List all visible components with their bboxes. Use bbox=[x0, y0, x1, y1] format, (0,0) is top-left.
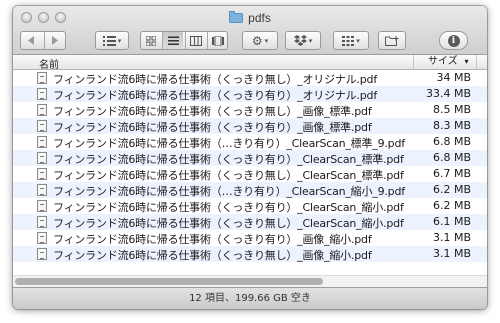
file-row[interactable]: フィンランド流6時に帰る仕事術（くっきり有り）_ClearScan_標準.pdf… bbox=[13, 150, 487, 166]
gear-icon: ⚙ bbox=[251, 33, 263, 48]
back-forward-control bbox=[20, 31, 66, 50]
view-mode-control bbox=[140, 31, 228, 50]
file-row[interactable]: フィンランド流6時に帰る仕事術（くっきり無し）_ClearScan_標準.pdf… bbox=[13, 166, 487, 182]
list-header: 名前 サイズ ▾ bbox=[13, 55, 487, 71]
pdf-file-icon bbox=[37, 120, 47, 132]
file-row[interactable]: フィンランド流6時に帰る仕事術（…きり有り）_ClearScan_標準_9.pd… bbox=[13, 134, 487, 150]
folder-icon bbox=[229, 11, 244, 23]
titlebar: pdfs ▾ ⚙ ▾ ▾ ▾ i bbox=[13, 6, 487, 55]
sort-descending-icon: ▾ bbox=[464, 57, 469, 66]
chevron-down-icon: ▾ bbox=[117, 36, 122, 45]
file-row[interactable]: フィンランド流6時に帰る仕事術（くっきり有り）_画像_縮小.pdf 3.1 MB bbox=[13, 230, 487, 246]
new-folder-icon bbox=[385, 35, 399, 46]
status-bar: 12 項目、199.66 GB 空き bbox=[13, 287, 487, 309]
finder-window: pdfs ▾ ⚙ ▾ ▾ ▾ i 名前 サイズ ▾ フィンランド流6時に帰る仕事… bbox=[13, 6, 487, 309]
file-row[interactable]: フィンランド流6時に帰る仕事術（くっきり無し）_オリジナル.pdf 34 MB bbox=[13, 70, 487, 86]
column-divider bbox=[476, 55, 477, 69]
pdf-file-icon bbox=[37, 104, 47, 116]
file-name: フィンランド流6時に帰る仕事術（くっきり有り）_画像_縮小.pdf bbox=[53, 233, 372, 246]
window-title: pdfs bbox=[13, 10, 487, 25]
back-button[interactable] bbox=[21, 32, 42, 49]
column-header-size-label: サイズ bbox=[428, 56, 458, 67]
file-name: フィンランド流6時に帰る仕事術（…きり有り）_ClearScan_縮小_9.pd… bbox=[53, 185, 405, 198]
window-title-text: pdfs bbox=[248, 10, 271, 25]
file-row[interactable]: フィンランド流6時に帰る仕事術（くっきり無し）_ClearScan_縮小.pdf… bbox=[13, 214, 487, 230]
file-size: 3.1 MB bbox=[432, 231, 471, 244]
file-size: 33.4 MB bbox=[425, 87, 471, 100]
pdf-file-icon bbox=[37, 152, 47, 164]
file-row[interactable]: フィンランド流6時に帰る仕事術（くっきり有り）_ClearScan_縮小.pdf… bbox=[13, 198, 487, 214]
quicklook-icon bbox=[342, 35, 355, 46]
coverflow-view-icon bbox=[211, 35, 224, 46]
file-name: フィンランド流6時に帰る仕事術（くっきり有り）_ClearScan_縮小.pdf bbox=[53, 201, 404, 214]
coverflow-view-button[interactable] bbox=[207, 32, 227, 49]
chevron-down-icon: ▾ bbox=[356, 36, 360, 45]
pdf-file-icon bbox=[37, 248, 47, 260]
quicklook-button[interactable]: ▾ bbox=[333, 31, 369, 50]
file-name: フィンランド流6時に帰る仕事術（くっきり無し）_オリジナル.pdf bbox=[53, 73, 378, 86]
file-size: 6.7 MB bbox=[432, 167, 471, 180]
file-size: 6.2 MB bbox=[432, 183, 471, 196]
file-size: 6.8 MB bbox=[432, 151, 471, 164]
info-icon: i bbox=[447, 34, 460, 47]
file-row[interactable]: フィンランド流6時に帰る仕事術（くっきり無し）_画像_縮小.pdf 3.1 MB bbox=[13, 246, 487, 262]
file-row[interactable]: フィンランド流6時に帰る仕事術（くっきり有り）_オリジナル.pdf 33.4 MB bbox=[13, 86, 487, 102]
chevron-down-icon: ▾ bbox=[264, 36, 269, 45]
pdf-file-icon bbox=[37, 88, 47, 100]
file-name: フィンランド流6時に帰る仕事術（くっきり無し）_画像_縮小.pdf bbox=[53, 249, 372, 262]
pdf-file-icon bbox=[37, 200, 47, 212]
scrollbar-thumb[interactable] bbox=[15, 278, 323, 285]
dropbox-icon bbox=[293, 35, 307, 46]
arrange-button[interactable]: ▾ bbox=[95, 31, 129, 50]
pdf-file-icon bbox=[37, 136, 47, 148]
forward-button[interactable] bbox=[43, 32, 65, 49]
horizontal-scrollbar[interactable] bbox=[13, 275, 487, 287]
file-size: 6.2 MB bbox=[432, 199, 471, 212]
icon-view-button[interactable] bbox=[141, 32, 160, 49]
file-name: フィンランド流6時に帰る仕事術（くっきり有り）_オリジナル.pdf bbox=[53, 89, 378, 102]
action-button[interactable]: ⚙ ▾ bbox=[242, 31, 278, 50]
new-folder-button[interactable] bbox=[378, 31, 406, 50]
pdf-file-icon bbox=[37, 232, 47, 244]
file-list: フィンランド流6時に帰る仕事術（くっきり無し）_オリジナル.pdf 34 MB フィ… bbox=[13, 70, 487, 278]
file-name: フィンランド流6時に帰る仕事術（くっきり有り）_画像_標準.pdf bbox=[53, 121, 372, 134]
file-name: フィンランド流6時に帰る仕事術（くっきり無し）_ClearScan_標準.pdf bbox=[53, 169, 404, 182]
file-size: 6.8 MB bbox=[432, 135, 471, 148]
file-size: 3.1 MB bbox=[432, 247, 471, 260]
pdf-file-icon bbox=[37, 216, 47, 228]
file-name: フィンランド流6時に帰る仕事術（…きり有り）_ClearScan_標準_9.pd… bbox=[53, 137, 405, 150]
pdf-file-icon bbox=[37, 168, 47, 180]
back-arrow-icon bbox=[28, 36, 35, 45]
list-arrange-icon bbox=[102, 35, 116, 46]
file-row[interactable]: フィンランド流6時に帰る仕事術（くっきり無し）_画像_標準.pdf 8.5 MB bbox=[13, 102, 487, 118]
file-size: 6.1 MB bbox=[432, 215, 471, 228]
column-header-name[interactable]: 名前 bbox=[39, 56, 59, 71]
file-name: フィンランド流6時に帰る仕事術（くっきり有り）_ClearScan_標準.pdf bbox=[53, 153, 404, 166]
file-row[interactable]: フィンランド流6時に帰る仕事術（…きり有り）_ClearScan_縮小_9.pd… bbox=[13, 182, 487, 198]
file-size: 8.3 MB bbox=[432, 119, 471, 132]
file-size: 8.5 MB bbox=[432, 103, 471, 116]
info-button[interactable]: i bbox=[439, 31, 468, 50]
chevron-down-icon: ▾ bbox=[308, 36, 313, 45]
file-name: フィンランド流6時に帰る仕事術（くっきり無し）_ClearScan_縮小.pdf bbox=[53, 217, 404, 230]
file-row[interactable]: フィンランド流6時に帰る仕事術（くっきり有り）_画像_標準.pdf 8.3 MB bbox=[13, 118, 487, 134]
column-header-size[interactable]: サイズ ▾ bbox=[413, 55, 473, 69]
forward-arrow-icon bbox=[51, 36, 58, 45]
icon-view-icon bbox=[145, 35, 156, 46]
column-view-icon bbox=[189, 35, 202, 46]
file-size: 34 MB bbox=[436, 71, 471, 84]
list-view-icon bbox=[167, 36, 179, 45]
file-name: フィンランド流6時に帰る仕事術（くっきり無し）_画像_標準.pdf bbox=[53, 105, 372, 118]
pdf-file-icon bbox=[37, 72, 47, 84]
share-button[interactable]: ▾ bbox=[285, 31, 321, 50]
status-text: 12 項目、199.66 GB 空き bbox=[189, 293, 311, 304]
pdf-file-icon bbox=[37, 184, 47, 196]
list-view-button[interactable] bbox=[162, 32, 183, 49]
column-view-button[interactable] bbox=[184, 32, 205, 49]
